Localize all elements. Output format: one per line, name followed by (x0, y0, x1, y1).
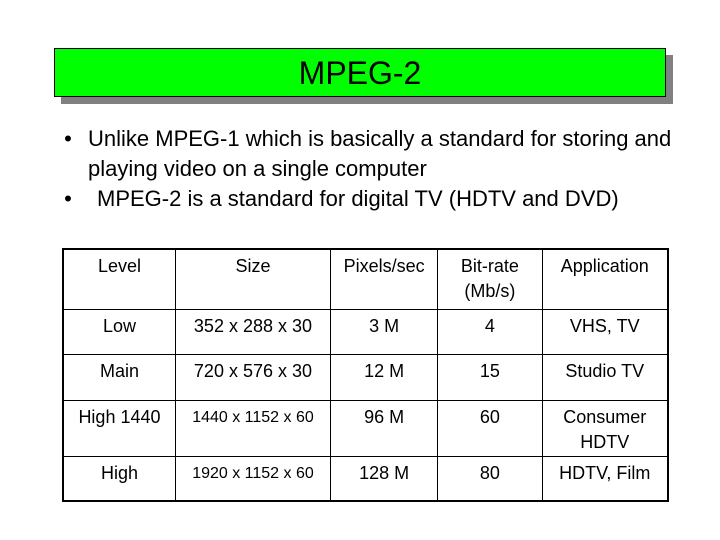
cell-size: 352 x 288 x 30 (174, 308, 331, 355)
bullet-list: • Unlike MPEG-1 which is basically a sta… (58, 124, 698, 214)
bullet-text: MPEG-2 is a standard for digital TV (HDT… (97, 186, 619, 211)
cell-application: HDTV, Film (541, 455, 669, 502)
bullet-text: Unlike MPEG-1 which is basically a stand… (88, 126, 672, 181)
cell-level: High 1440 (62, 399, 176, 457)
bullet-marker: • (64, 186, 72, 211)
table-row: Low 352 x 288 x 30 3 M 4 VHS, TV (62, 308, 669, 355)
cell-pixels-sec: 128 M (329, 455, 439, 502)
table-row: High 1920 x 1152 x 60 128 M 80 HDTV, Fil… (62, 455, 669, 502)
cell-bit-rate: 4 (437, 308, 543, 355)
cell-size: 1440 x 1152 x 60 (174, 399, 331, 457)
table-row: Main 720 x 576 x 30 12 M 15 Studio TV (62, 353, 669, 401)
table-header-row: Level Size Pixels/sec Bit-rate (Mb/s) Ap… (62, 248, 669, 310)
cell-bit-rate: 15 (437, 353, 543, 401)
cell-application: Consumer HDTV (541, 399, 669, 457)
cell-level: High (62, 455, 176, 502)
bullet-item: • Unlike MPEG-1 which is basically a sta… (58, 124, 698, 184)
slide-title: MPEG-2 (298, 54, 422, 91)
header-application: Application (541, 248, 669, 310)
header-bit-rate: Bit-rate (Mb/s) (437, 248, 543, 310)
cell-size: 720 x 576 x 30 (174, 353, 331, 401)
header-level: Level (62, 248, 176, 310)
cell-bit-rate: 60 (437, 399, 543, 457)
cell-level: Low (62, 308, 176, 355)
cell-bit-rate: 80 (437, 455, 543, 502)
cell-size: 1920 x 1152 x 60 (174, 455, 331, 502)
cell-application: Studio TV (541, 353, 669, 401)
header-pixels-sec: Pixels/sec (329, 248, 439, 310)
cell-level: Main (62, 353, 176, 401)
title-box: MPEG-2 (54, 48, 666, 97)
bullet-marker: • (64, 126, 72, 151)
cell-pixels-sec: 96 M (329, 399, 439, 457)
cell-application: VHS, TV (541, 308, 669, 355)
mpeg2-levels-table: Level Size Pixels/sec Bit-rate (Mb/s) Ap… (62, 248, 669, 502)
cell-pixels-sec: 12 M (329, 353, 439, 401)
header-size: Size (174, 248, 331, 310)
table-row: High 1440 1440 x 1152 x 60 96 M 60 Consu… (62, 399, 669, 457)
bullet-item: • MPEG-2 is a standard for digital TV (H… (58, 184, 698, 214)
cell-pixels-sec: 3 M (329, 308, 439, 355)
